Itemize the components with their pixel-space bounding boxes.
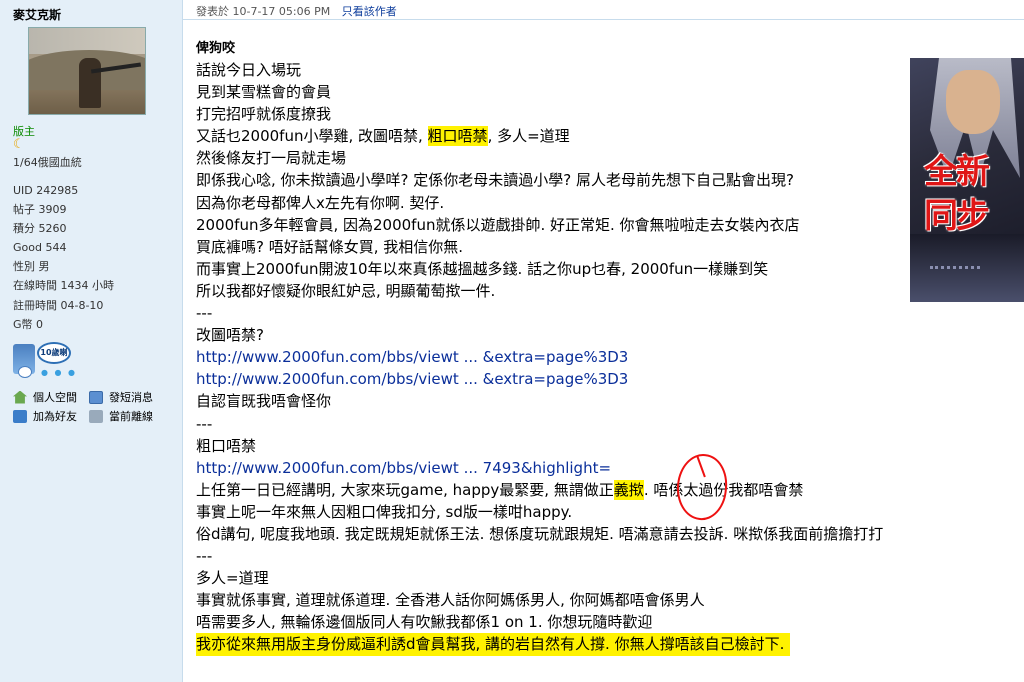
side-advertisement[interactable]: 全新 同步 (910, 58, 1024, 302)
stat-label: 在線時間 (13, 279, 57, 293)
post-title: 俾狗咬 (196, 41, 236, 56)
stat-row: 帖子 3909 (13, 200, 114, 219)
stat-row: G幣 0 (13, 315, 114, 334)
stat-row: 在線時間 1434 小時 (13, 276, 114, 295)
stat-value: 3909 (35, 203, 67, 217)
anniversary-badge: 10歲喇 (37, 342, 71, 364)
offline-icon (89, 409, 103, 423)
stat-row: 註冊時間 04-8-10 (13, 296, 114, 315)
post-line: 唔需要多人, 無輪係邊個版同人有吹鰍我都係1 on 1. 你想玩隨時歡迎 (196, 613, 653, 632)
stat-value: 242985 (32, 184, 79, 197)
stat-row: UID 242985 (13, 181, 114, 200)
stat-row: 積分 5260 (13, 219, 114, 238)
stat-label: 帖子 (13, 203, 35, 217)
post-line: 而事實上2000fun開波10年以來真係越搵越多錢. 話之你up乜春, 2000… (196, 259, 769, 278)
profile-link[interactable]: 個人空間 (13, 389, 77, 405)
post-meta: 發表於 10-7-17 05:06 PM 只看該作者 (196, 3, 397, 19)
send-message-link[interactable]: 發短消息 (89, 389, 153, 405)
post-line: http://www.2000fun.com/bbs/viewt ... 749… (196, 457, 1016, 479)
post-line: 即係我心唸, 你未揿讀過小學咩? 定係你老母未讀過小學? 屌人老母前先想下自己點… (196, 171, 794, 190)
post-line: 2000fun多年輕會員, 因為2000fun就係以遊戲掛帥. 好正常矩. 你會… (196, 215, 800, 234)
user-title: 1/64俄國血統 (13, 156, 82, 169)
highlighted-text: 義揿 (613, 479, 644, 500)
message-label: 發短消息 (109, 391, 153, 404)
stat-row: 性別 男 (13, 257, 114, 276)
post-line: --- (196, 414, 213, 433)
stat-label: 註冊時間 (13, 298, 57, 312)
post-line: 然後條友打一局就走場 (196, 149, 347, 168)
post-text: , 多人=道理 (487, 127, 570, 146)
post-line: 改圖唔禁? (196, 326, 264, 345)
dots-icon: ● ● ● (41, 368, 78, 377)
stat-value: 04-8-10 (57, 298, 104, 312)
post-line: 我亦從來無用版主身份威逼利誘d會員幫我, 講的岩自然有人撐. 你無人撐唔該自己檢… (196, 633, 1016, 656)
ad-text-line1: 全新 (924, 152, 990, 192)
post-line: 話說今日入場玩 (196, 61, 302, 79)
stat-label: 性別 (13, 260, 35, 274)
post-line: 見到某雪糕會的會員 (196, 83, 332, 102)
thread-link[interactable]: http://www.2000fun.com/bbs/viewt ... &ex… (196, 348, 628, 366)
post-body: 話說今日入場玩 見到某雪糕會的會員 打完招呼就係度撩我 又話乜2000fun小學雞, … (196, 59, 1016, 656)
post-line: 事實上呢一年來無人因粗口俾我扣分, sd版一樣咁happy. (196, 502, 573, 521)
author-only-link[interactable]: 只看該作者 (342, 5, 397, 18)
post-line: 所以我都好懷疑你眼紅妒忌, 明顯葡萄揿一件. (196, 281, 496, 300)
post-line: 事實就係事實, 道理就係道理. 全香港人話你阿媽係男人, 你阿媽都唔會係男人 (196, 591, 705, 610)
post-timestamp: 發表於 10-7-17 05:06 PM (196, 5, 331, 18)
stat-row: Good 544 (13, 238, 114, 257)
add-friend-link[interactable]: 加為好友 (13, 408, 77, 424)
stat-value: 5260 (35, 222, 67, 236)
status-label: 當前離線 (109, 410, 153, 423)
post-line: http://www.2000fun.com/bbs/viewt ... &ex… (196, 346, 1016, 368)
stat-label: Good (13, 241, 42, 255)
profile-label: 個人空間 (33, 391, 77, 404)
stat-value: 1434 小時 (57, 279, 114, 293)
stat-label: UID (13, 184, 33, 197)
avatar[interactable] (28, 27, 146, 115)
post-text: 又話乜2000fun小學雞, 改圖唔禁, (196, 127, 428, 146)
post-line: 粗口唔禁 (196, 436, 257, 455)
thread-link[interactable]: http://www.2000fun.com/bbs/viewt ... &ex… (196, 370, 628, 388)
post-line: 又話乜2000fun小學雞, 改圖唔禁, 粗口唔禁, 多人=道理 (196, 125, 1016, 147)
post-line: 打完招呼就係度撩我 (196, 105, 332, 124)
thread-link[interactable]: http://www.2000fun.com/bbs/viewt ... 749… (196, 459, 611, 477)
stat-value: 544 (41, 241, 67, 255)
highlighted-text: 粗口唔禁 (427, 126, 488, 147)
ad-text-line2: 同步 (924, 196, 990, 236)
highlighted-line: 我亦從來無用版主身份威逼利誘d會員幫我, 講的岩自然有人撐. 你無人撐唔該自己檢… (196, 633, 791, 656)
stat-value: 0 (32, 317, 44, 331)
post-line: 多人=道理 (196, 569, 269, 588)
online-status: 當前離線 (89, 408, 153, 424)
post-line: 俗d講句, 呢度我地頭. 我定既規矩就係王法. 想係度玩就跟規矩. 唔滿意請去投… (196, 524, 884, 543)
badges: 10歲喇 ● ● ● (13, 340, 83, 380)
stat-label: G幣 (13, 317, 33, 331)
post-line: http://www.2000fun.com/bbs/viewt ... &ex… (196, 368, 1016, 390)
post-line: 買底褲嗎? 唔好話幫條女買, 我相信你無. (196, 237, 464, 256)
author-name[interactable]: 麥艾克斯 (13, 6, 61, 23)
home-icon (13, 390, 27, 404)
post-line: 上任第一日已經講明, 大家來玩game, happy最緊要, 無謂做正義揿. 唔… (196, 479, 1016, 501)
character-face (946, 70, 1000, 134)
post-line: 因為你老母都俾人x左先有你啊. 契仔. (196, 193, 445, 212)
post-line: --- (196, 547, 213, 566)
post-text: 上任第一日已經講明, 大家來玩game, happy最緊要, 無謂做正 (196, 480, 614, 499)
user-stats: UID 242985 帖子 3909 積分 5260 Good 544 性別 男在線時間… (13, 181, 114, 334)
add-friend-icon (13, 409, 27, 423)
stat-label: 積分 (13, 222, 35, 236)
stat-value: 男 (35, 260, 50, 274)
moon-icon: ☾ (13, 137, 25, 152)
post-header: 發表於 10-7-17 05:06 PM 只看該作者 (183, 0, 1024, 20)
mail-icon (89, 390, 103, 404)
post-line: --- (196, 304, 213, 323)
post-line: 自認盲既我唔會怪你 (196, 392, 332, 411)
medal-icon (13, 344, 35, 378)
author-sidebar: 麥艾克斯 版主 ☾ 1/64俄國血統 UID 242985 帖子 3909 積分 5… (0, 0, 183, 682)
add-friend-label: 加為好友 (33, 410, 77, 423)
